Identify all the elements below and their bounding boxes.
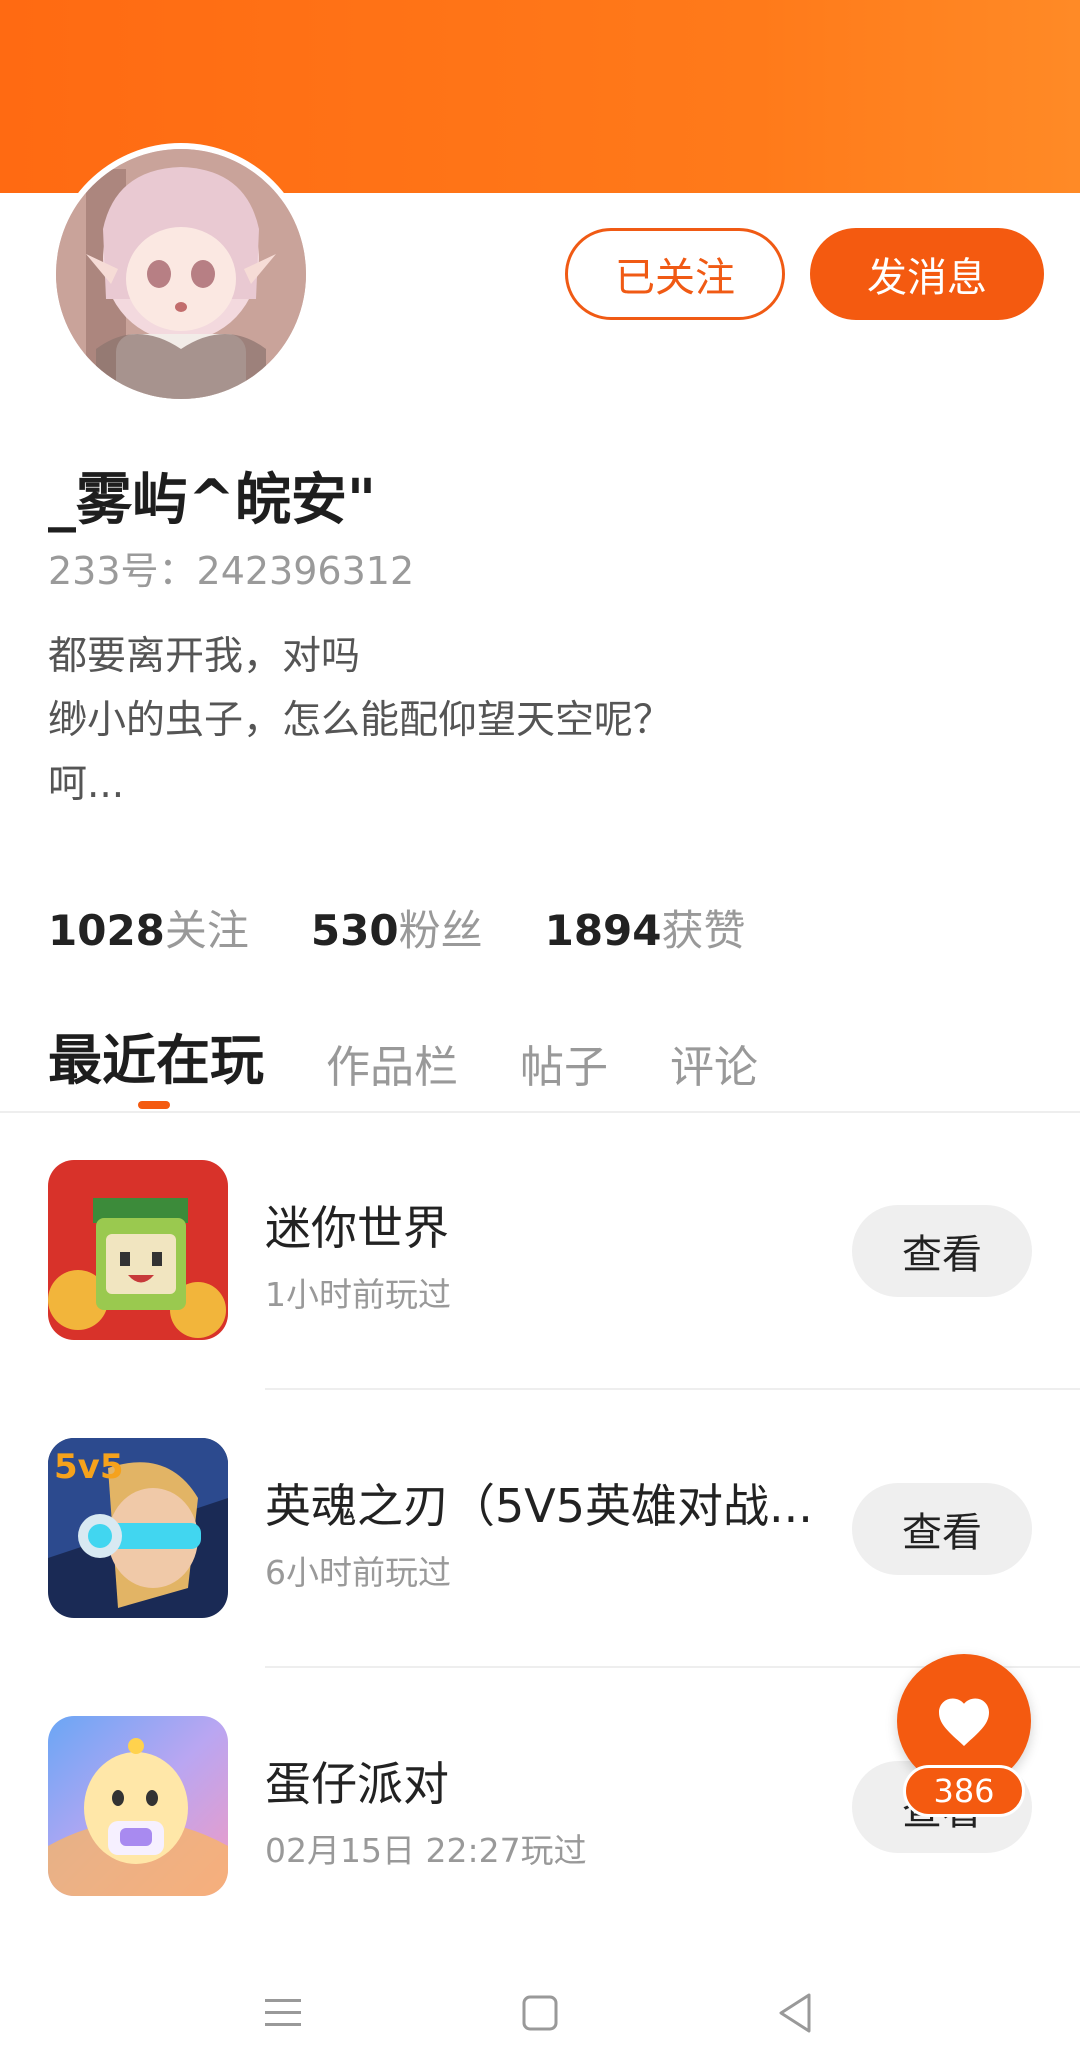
menu-icon[interactable] xyxy=(248,1978,318,2048)
game-icon xyxy=(48,1160,228,1340)
game-title: 蛋仔派对 xyxy=(265,1757,449,1811)
bio-line: 缈小的虫子，怎么能配仰望天空呢？ xyxy=(48,698,673,743)
stat-label: 获赞 xyxy=(661,906,746,955)
stat-number: 1894 xyxy=(544,906,662,955)
profile-tabs: 最近在玩 作品栏 帖子 评论 xyxy=(48,1015,820,1095)
game-icon: 5v5 xyxy=(48,1438,228,1618)
tab-works[interactable]: 作品栏 xyxy=(326,1031,458,1095)
game-last-played: 02月15日 22:27玩过 xyxy=(265,1831,587,1870)
square-icon[interactable] xyxy=(505,1978,575,2048)
stat-likes[interactable]: 1894获赞 xyxy=(545,897,746,958)
game-last-played: 6小时前玩过 xyxy=(265,1553,451,1592)
view-button[interactable]: 查看 xyxy=(852,1483,1032,1575)
view-button[interactable]: 查看 xyxy=(852,1205,1032,1297)
bio-line: 呵... xyxy=(48,762,125,807)
like-count-badge: 386 xyxy=(903,1765,1025,1817)
avatar[interactable] xyxy=(50,143,312,405)
game-title: 迷你世界 xyxy=(265,1201,449,1255)
avatar-image xyxy=(56,149,306,399)
system-nav-bar xyxy=(0,1960,1080,2070)
game-last-played: 1小时前玩过 xyxy=(265,1275,451,1314)
stat-label: 粉丝 xyxy=(398,906,483,955)
stat-following[interactable]: 1028关注 xyxy=(48,897,249,958)
stat-label: 关注 xyxy=(164,906,249,955)
active-tab-indicator xyxy=(138,1101,170,1109)
heart-icon xyxy=(939,1698,989,1746)
user-id: 233号：242396312 xyxy=(48,549,415,593)
game-title: 英魂之刃（5V5英雄对战... xyxy=(265,1479,813,1533)
svg-text:5v5: 5v5 xyxy=(54,1447,123,1487)
back-triangle-icon[interactable] xyxy=(760,1978,830,2048)
message-button[interactable]: 发消息 xyxy=(810,228,1044,320)
profile-stats: 1028关注 530粉丝 1894获赞 xyxy=(48,897,746,958)
tab-posts[interactable]: 帖子 xyxy=(520,1031,608,1095)
stat-number: 1028 xyxy=(48,906,165,955)
tab-recent-played[interactable]: 最近在玩 xyxy=(48,1016,264,1095)
tab-comments[interactable]: 评论 xyxy=(670,1031,758,1095)
stat-number: 530 xyxy=(310,906,399,955)
stat-fans[interactable]: 530粉丝 xyxy=(311,897,483,958)
follow-button[interactable]: 已关注 xyxy=(565,228,785,320)
bio: 都要离开我，对吗 缈小的虫子，怎么能配仰望天空呢？ 呵... xyxy=(48,625,672,817)
username: _雾屿^皖安" xyxy=(48,468,377,533)
list-item[interactable]: 迷你世界 1小时前玩过 查看 xyxy=(0,1160,1080,1340)
tabs-divider xyxy=(0,1111,1080,1113)
bio-line: 都要离开我，对吗 xyxy=(48,634,361,679)
game-icon xyxy=(48,1716,228,1896)
list-item[interactable]: 5v5 英魂之刃（5V5英雄对战... 6小时前玩过 查看 xyxy=(0,1438,1080,1618)
row-divider xyxy=(265,1388,1080,1390)
